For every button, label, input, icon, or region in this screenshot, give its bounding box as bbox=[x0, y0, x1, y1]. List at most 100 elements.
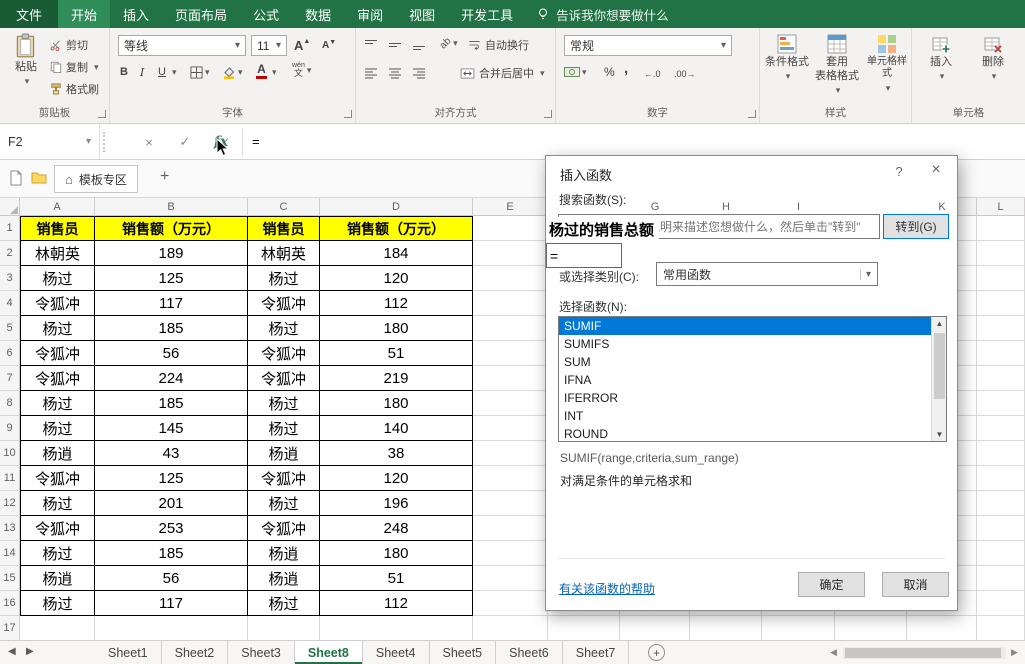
cell-D1[interactable]: 销售额（万元） bbox=[320, 216, 473, 241]
cell-E1[interactable] bbox=[473, 216, 548, 241]
delete-cells-button[interactable]: 删除 bbox=[972, 34, 1014, 100]
column-header-E[interactable]: E bbox=[473, 198, 548, 216]
cell-L15[interactable] bbox=[977, 566, 1025, 591]
cell-L16[interactable] bbox=[977, 591, 1025, 616]
font-name-combo[interactable]: 等线 bbox=[118, 35, 246, 56]
cell-B15[interactable]: 56 bbox=[95, 566, 248, 591]
cell-D16[interactable]: 112 bbox=[320, 591, 473, 616]
cell-B8[interactable]: 185 bbox=[95, 391, 248, 416]
cell-C11[interactable]: 令狐冲 bbox=[248, 466, 320, 491]
function-item-IFNA[interactable]: IFNA bbox=[559, 371, 931, 389]
ribbon-tab-公式[interactable]: 公式 bbox=[240, 0, 292, 28]
function-item-SUMIFS[interactable]: SUMIFS bbox=[559, 335, 931, 353]
format-as-table-button[interactable]: 套用 表格格式 bbox=[814, 34, 860, 100]
cell-E17[interactable] bbox=[473, 616, 548, 640]
column-header-D[interactable]: D bbox=[320, 198, 473, 216]
cell-E7[interactable] bbox=[473, 366, 548, 391]
cell-B14[interactable]: 185 bbox=[95, 541, 248, 566]
ribbon-tab-文件[interactable]: 文件 bbox=[0, 0, 58, 28]
cell-D4[interactable]: 112 bbox=[320, 291, 473, 316]
add-sheet-button[interactable]: + bbox=[648, 644, 665, 661]
cell-J17[interactable] bbox=[835, 616, 907, 640]
hscroll-left-icon[interactable]: ◀ bbox=[830, 647, 837, 658]
name-box-splitter[interactable] bbox=[103, 132, 105, 152]
function-item-SUMIF[interactable]: SUMIF bbox=[559, 317, 931, 335]
cell-D13[interactable]: 248 bbox=[320, 516, 473, 541]
scroll-up-icon[interactable]: ▲ bbox=[932, 319, 947, 328]
row-header-17[interactable]: 17 bbox=[0, 616, 20, 640]
cell-C17[interactable] bbox=[248, 616, 320, 640]
function-item-ROUND[interactable]: ROUND bbox=[559, 425, 931, 442]
name-box[interactable]: F2 bbox=[0, 124, 100, 159]
cell-B16[interactable]: 117 bbox=[95, 591, 248, 616]
sheet-tab-Sheet7[interactable]: Sheet7 bbox=[563, 641, 630, 664]
document-tab-template-zone[interactable]: ⌂ 模板专区 bbox=[54, 165, 138, 193]
cell-C8[interactable]: 杨过 bbox=[248, 391, 320, 416]
cell-A6[interactable]: 令狐冲 bbox=[20, 341, 95, 366]
row-header-4[interactable]: 4 bbox=[0, 291, 20, 316]
cell-D15[interactable]: 51 bbox=[320, 566, 473, 591]
sheet-tab-Sheet8[interactable]: Sheet8 bbox=[295, 641, 363, 664]
cell-E12[interactable] bbox=[473, 491, 548, 516]
function-item-IFERROR[interactable]: IFERROR bbox=[559, 389, 931, 407]
cell-E13[interactable] bbox=[473, 516, 548, 541]
add-document-tab-button[interactable]: + bbox=[160, 168, 169, 186]
fill-color-button[interactable] bbox=[222, 62, 243, 82]
cell-A16[interactable]: 杨过 bbox=[20, 591, 95, 616]
cell-A1[interactable]: 销售员 bbox=[20, 216, 95, 241]
row-header-6[interactable]: 6 bbox=[0, 341, 20, 366]
cell-G17[interactable] bbox=[620, 616, 690, 640]
number-format-combo[interactable]: 常规 bbox=[564, 35, 732, 56]
cell-B13[interactable]: 253 bbox=[95, 516, 248, 541]
comma-style-button[interactable]: , bbox=[624, 58, 628, 78]
cell-E5[interactable] bbox=[473, 316, 548, 341]
scroll-down-icon[interactable]: ▼ bbox=[932, 430, 947, 439]
cell-B11[interactable]: 125 bbox=[95, 466, 248, 491]
cell-A10[interactable]: 杨逍 bbox=[20, 441, 95, 466]
horizontal-scrollbar[interactable] bbox=[843, 647, 1006, 659]
phonetic-guide-button[interactable]: wén文 bbox=[292, 60, 311, 80]
decrease-decimal-button[interactable]: .00→ bbox=[674, 64, 696, 84]
cell-B17[interactable] bbox=[95, 616, 248, 640]
shrink-font-button[interactable]: A▼ bbox=[322, 35, 336, 55]
row-header-8[interactable]: 8 bbox=[0, 391, 20, 416]
cell-E15[interactable] bbox=[473, 566, 548, 591]
ribbon-tab-视图[interactable]: 视图 bbox=[396, 0, 448, 28]
hscroll-right-icon[interactable]: ▶ bbox=[1011, 647, 1018, 658]
cell-C15[interactable]: 杨逍 bbox=[248, 566, 320, 591]
cell-C12[interactable]: 杨过 bbox=[248, 491, 320, 516]
cell-L1[interactable] bbox=[977, 216, 1025, 241]
cell-D3[interactable]: 120 bbox=[320, 266, 473, 291]
copy-button[interactable]: 复制 bbox=[50, 59, 99, 75]
cell-A14[interactable]: 杨过 bbox=[20, 541, 95, 566]
formula-input[interactable]: = bbox=[252, 124, 260, 159]
sheet-tab-Sheet6[interactable]: Sheet6 bbox=[496, 641, 563, 664]
cell-C9[interactable]: 杨过 bbox=[248, 416, 320, 441]
cell-C13[interactable]: 令狐冲 bbox=[248, 516, 320, 541]
ribbon-tab-审阅[interactable]: 审阅 bbox=[344, 0, 396, 28]
cell-D5[interactable]: 180 bbox=[320, 316, 473, 341]
ribbon-tab-开发工具[interactable]: 开发工具 bbox=[448, 0, 526, 28]
font-size-combo[interactable]: 11 bbox=[251, 35, 287, 56]
cell-C4[interactable]: 令狐冲 bbox=[248, 291, 320, 316]
font-color-button[interactable]: A bbox=[256, 60, 267, 80]
italic-button[interactable]: I bbox=[140, 62, 144, 82]
bold-button[interactable]: B bbox=[120, 62, 128, 82]
row-header-1[interactable]: 1 bbox=[0, 216, 20, 241]
cell-A11[interactable]: 令狐冲 bbox=[20, 466, 95, 491]
go-button[interactable]: 转到(G) bbox=[883, 214, 949, 239]
cell-H17[interactable] bbox=[690, 616, 762, 640]
cancel-entry-button[interactable]: × bbox=[136, 129, 162, 155]
row-header-7[interactable]: 7 bbox=[0, 366, 20, 391]
underline-button[interactable]: U bbox=[158, 62, 166, 82]
column-header-B[interactable]: B bbox=[95, 198, 248, 216]
cell-I17[interactable] bbox=[762, 616, 835, 640]
cell-A5[interactable]: 杨过 bbox=[20, 316, 95, 341]
cell-A12[interactable]: 杨过 bbox=[20, 491, 95, 516]
function-help-link[interactable]: 有关该函数的帮助 bbox=[559, 580, 655, 597]
cell-E16[interactable] bbox=[473, 591, 548, 616]
ribbon-tab-页面布局[interactable]: 页面布局 bbox=[162, 0, 240, 28]
cell-D9[interactable]: 140 bbox=[320, 416, 473, 441]
open-folder-button[interactable] bbox=[31, 170, 47, 186]
cell-E9[interactable] bbox=[473, 416, 548, 441]
